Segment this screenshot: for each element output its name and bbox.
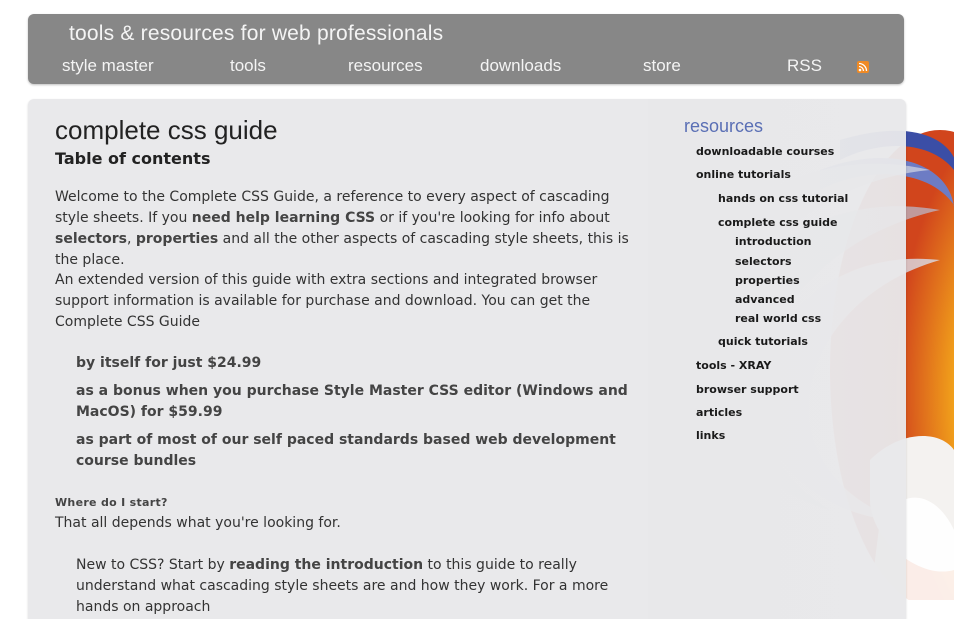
intro-text: or if you're looking for info about	[375, 210, 610, 226]
site-tagline: tools & resources for web professionals	[69, 22, 444, 45]
intro-paragraph: Welcome to the Complete CSS Guide, a ref…	[55, 187, 635, 271]
sidebar-item-downloadable-courses[interactable]: downloadable courses	[696, 145, 834, 158]
sidebar-item-browser-support[interactable]: browser support	[696, 383, 799, 396]
sidebar-item-quick-tutorials[interactable]: quick tutorials	[718, 335, 808, 348]
nav-rss[interactable]: RSS	[787, 56, 822, 76]
sidebar-item-hands-on-css-tutorial[interactable]: hands on css tutorial	[718, 192, 848, 205]
intro-text: ,	[126, 231, 136, 247]
site-header: tools & resources for web professionals …	[28, 14, 904, 84]
link-selectors[interactable]: selectors	[55, 231, 127, 247]
sidebar-item-properties[interactable]: properties	[735, 274, 800, 287]
main-nav: style master tools resources downloads s…	[28, 56, 904, 80]
sidebar-item-introduction[interactable]: introduction	[735, 235, 811, 248]
rss-feed-icon[interactable]	[857, 61, 869, 73]
sidebar-item-complete-css-guide[interactable]: complete css guide	[718, 216, 837, 229]
sidebar-item-selectors[interactable]: selectors	[735, 255, 792, 268]
sidebar-item-tools-xray[interactable]: tools - XRAY	[696, 359, 771, 372]
offer-item[interactable]: as a bonus when you purchase Style Maste…	[76, 381, 646, 423]
nav-store[interactable]: store	[643, 56, 681, 76]
purchase-paragraph: An extended version of this guide with e…	[55, 272, 598, 330]
link-properties[interactable]: properties	[136, 231, 218, 247]
offer-item[interactable]: by itself for just $24.99	[76, 353, 646, 374]
sidebar-item-real-world-css[interactable]: real world css	[735, 312, 821, 325]
offer-item[interactable]: as part of most of our self paced standa…	[76, 430, 646, 472]
nav-downloads[interactable]: downloads	[480, 56, 561, 76]
link-learn-css[interactable]: need help learning CSS	[192, 210, 375, 226]
nav-resources[interactable]: resources	[348, 56, 423, 76]
where-to-start-heading: Where do I start?	[55, 496, 168, 509]
page-title: complete css guide	[55, 115, 278, 145]
body-text: New to CSS? Start by	[76, 557, 230, 573]
where-to-start-text: That all depends what you're looking for…	[55, 515, 341, 531]
sidebar-item-links[interactable]: links	[696, 429, 725, 442]
toc-heading: Table of contents	[55, 149, 211, 168]
new-to-css-paragraph: New to CSS? Start by reading the introdu…	[76, 555, 646, 618]
nav-style-master[interactable]: style master	[62, 56, 154, 76]
sidebar-item-articles[interactable]: articles	[696, 406, 742, 419]
link-introduction[interactable]: reading the introduction	[229, 557, 423, 573]
nav-tools[interactable]: tools	[230, 56, 266, 76]
sidebar-item-advanced[interactable]: advanced	[735, 293, 795, 306]
sidebar-title: resources	[684, 116, 764, 136]
sidebar-item-online-tutorials[interactable]: online tutorials	[696, 168, 791, 181]
